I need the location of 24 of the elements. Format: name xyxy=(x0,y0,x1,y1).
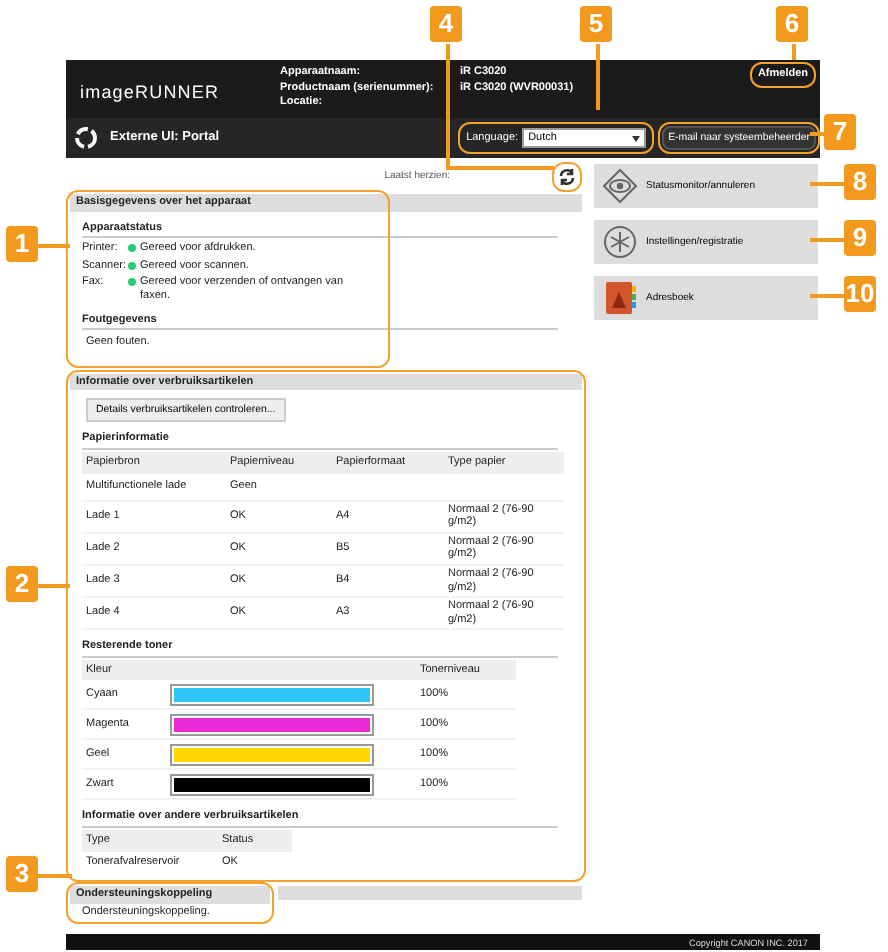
leader-line xyxy=(596,44,599,110)
callout-number: 3 xyxy=(6,856,38,892)
callout-number: 8 xyxy=(844,164,876,200)
callout-number: 10 xyxy=(844,276,876,312)
eye-icon xyxy=(602,168,638,204)
callout-number: 4 xyxy=(430,6,462,42)
logo-text: imageRUNNER xyxy=(80,82,222,104)
callout-number: 6 xyxy=(776,6,808,42)
leader-line xyxy=(810,238,844,241)
refresh-button[interactable] xyxy=(556,165,578,187)
callout-number: 2 xyxy=(6,566,38,602)
callout-number: 7 xyxy=(824,114,856,150)
leader-line xyxy=(38,244,70,247)
callout-number: 5 xyxy=(580,6,612,42)
address-book-icon xyxy=(602,280,638,316)
leader-line xyxy=(810,182,844,185)
callout-number: 1 xyxy=(6,226,38,262)
gear-icon xyxy=(602,224,638,260)
leader-line xyxy=(38,874,72,877)
leader-line xyxy=(810,294,844,297)
portal-icon xyxy=(74,126,98,150)
refresh-icon xyxy=(558,167,576,185)
callout-number: 9 xyxy=(844,220,876,256)
leader-line xyxy=(38,584,70,587)
